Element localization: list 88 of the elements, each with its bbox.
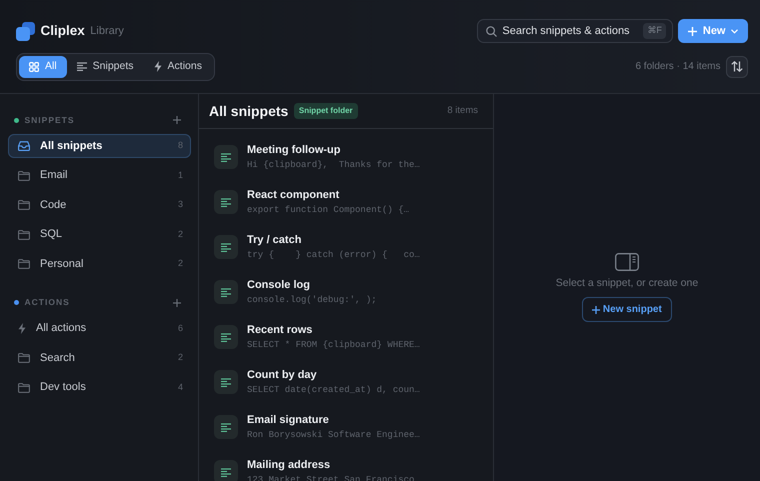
sidebar-item[interactable]: Personal 2	[8, 252, 191, 276]
sidebar-item[interactable]: Search 2	[8, 346, 191, 370]
empty-message: Select a snippet, or create one	[556, 276, 698, 292]
snippet-title: Email signature	[247, 412, 330, 428]
text-lines-icon	[76, 62, 87, 72]
list-title: All snippets	[209, 102, 288, 121]
snippet-icon	[214, 280, 238, 304]
folder-icon	[18, 259, 30, 269]
sort-button[interactable]	[726, 56, 748, 78]
folder-icon	[18, 382, 30, 392]
sidebar-item-label: Dev tools	[40, 380, 86, 396]
filter-tab[interactable]: Snippets	[66, 56, 144, 78]
sidebar-item[interactable]: SQL 2	[8, 222, 191, 246]
filter-tab[interactable]: Actions	[144, 56, 212, 78]
snippet-item[interactable]: React component export function Component() {…	[199, 180, 493, 224]
item-count: 2	[178, 257, 183, 270]
snippet-preview: SELECT date(created_at) d, coun…	[247, 384, 420, 396]
snippet-icon	[214, 235, 238, 259]
sort-icon	[731, 61, 743, 72]
item-count: 2	[178, 228, 183, 241]
app-name: Cliplex	[40, 22, 85, 40]
snippet-item[interactable]: Console log console.log('debug:', );	[199, 270, 493, 314]
snippet-title: Count by day	[247, 368, 318, 382]
snippet-preview: try { } catch (error) { co…	[247, 248, 420, 262]
folder-icon	[18, 170, 30, 180]
snippet-icon	[214, 370, 238, 394]
caret-icon	[731, 28, 738, 34]
section-title: ACTIONS	[24, 296, 70, 309]
snippet-title: Mailing address	[247, 458, 332, 472]
snippet-preview: SELECT * FROM {clipboard} WHERE…	[247, 338, 420, 352]
snippet-preview: Ron Borysowski Software Enginee…	[247, 428, 420, 442]
snippet-icon	[214, 145, 238, 169]
plus-icon	[592, 306, 600, 314]
item-count: 6	[178, 322, 183, 335]
search-icon	[486, 26, 497, 36]
sidebar-item-label: Code	[40, 198, 66, 213]
inbox-icon	[18, 141, 30, 151]
snippet-icon	[214, 415, 238, 439]
sidebar-item-label: All actions	[36, 321, 86, 336]
snippet-title: Meeting follow-up	[247, 142, 342, 158]
plus-icon	[688, 26, 698, 36]
snippet-item[interactable]: Count by day SELECT date(created_at) d, coun…	[199, 360, 493, 404]
item-count: 4	[178, 380, 183, 394]
add-icon[interactable]	[173, 116, 181, 124]
item-summary: 6 folders · 14 items	[635, 60, 720, 74]
folder-badge: Snippet folder	[294, 103, 358, 119]
snippet-item[interactable]: Try / catch try { } catch (error) { co…	[199, 224, 493, 270]
item-count: 8 items	[447, 104, 478, 118]
folder-icon	[18, 230, 30, 240]
item-count: 1	[178, 168, 183, 182]
snippet-item[interactable]: Meeting follow-up Hi {clipboard}, Thanks for the…	[199, 134, 493, 180]
snippet-icon	[214, 190, 238, 214]
add-icon[interactable]	[173, 298, 181, 306]
snippet-preview: console.log('debug:', );	[247, 294, 377, 306]
snippet-title: Recent rows	[247, 322, 314, 338]
snippet-icon	[214, 325, 238, 349]
sidebar-item[interactable]: Email 1	[8, 164, 191, 188]
grid-icon	[29, 62, 39, 72]
sidebar-item[interactable]: Code 3	[8, 193, 191, 217]
snippet-preview: export function Component() {…	[247, 204, 410, 216]
folder-icon	[18, 200, 30, 210]
sidebar-item-label: All snippets	[40, 138, 102, 154]
item-count: 8	[178, 139, 183, 152]
snippet-item[interactable]: Email signature Ron Borysowski Software Enginee…	[199, 404, 493, 450]
sidebar-item-label: Personal	[40, 256, 84, 272]
search-input[interactable]: Search snippets & actions	[502, 22, 638, 40]
snippet-title: Try / catch	[247, 232, 302, 248]
item-count: 3	[178, 198, 183, 212]
snippet-preview: Hi {clipboard}, Thanks for the…	[247, 158, 420, 172]
sidebar-item-label: Search	[40, 350, 75, 366]
lightning-icon	[18, 323, 26, 334]
sidebar-item-label: SQL	[40, 227, 62, 242]
app-subtitle: Library	[90, 24, 124, 39]
sidebar-item-label: Email	[40, 168, 68, 184]
snippet-title: Console log	[247, 278, 311, 292]
item-count: 2	[178, 351, 183, 364]
folder-icon	[18, 353, 30, 363]
new-snippet-button[interactable]: New snippet	[582, 297, 672, 322]
snippet-title: React component	[247, 188, 340, 202]
panel-icon	[615, 252, 639, 271]
sidebar-item[interactable]: All snippets 8	[8, 134, 191, 158]
lightning-icon	[154, 61, 162, 72]
section-title: SNIPPETS	[24, 114, 75, 126]
snippet-item[interactable]: Recent rows SELECT * FROM {clipboard} WHERE…	[199, 314, 493, 360]
sidebar-item[interactable]: All actions 6	[8, 316, 191, 340]
shortcut-hint: ⌘F	[643, 23, 666, 39]
sidebar-item[interactable]: Dev tools 4	[8, 376, 191, 400]
app-logo-icon	[16, 22, 35, 40]
